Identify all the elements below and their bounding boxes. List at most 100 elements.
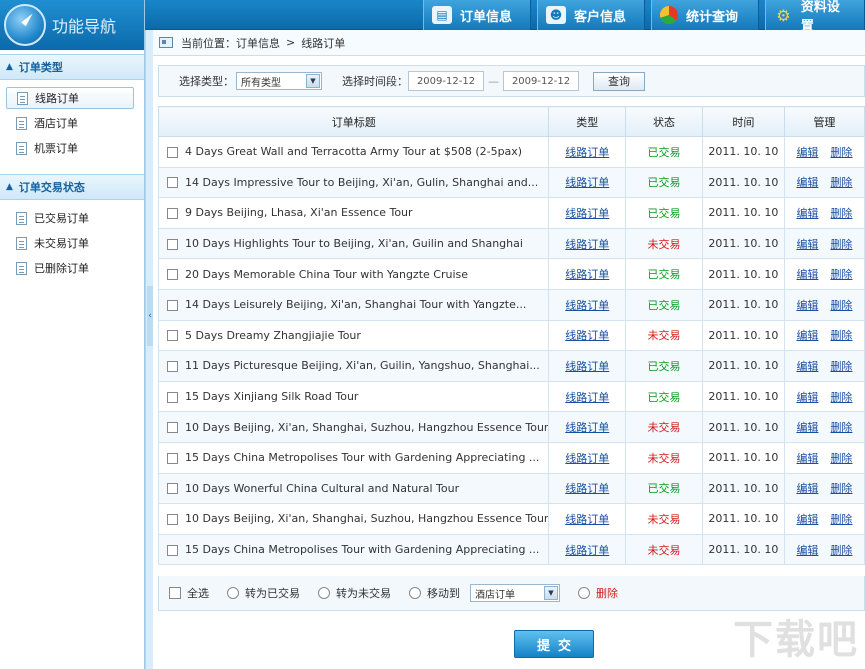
edit-link[interactable]: 编辑 [796,268,818,281]
sidebar-item-hotel-orders[interactable]: 酒店订单 [6,112,134,134]
order-type-link[interactable]: 线路订单 [565,360,609,373]
manage-cell: 编辑 删除 [783,441,865,474]
row-checkbox[interactable] [167,422,178,434]
order-status: 已交易 [625,472,703,505]
delete-link[interactable]: 删除 [830,482,852,495]
edit-link[interactable]: 编辑 [796,482,818,495]
edit-link[interactable]: 编辑 [796,421,818,434]
date-to-input[interactable]: 2009-12-12 [503,71,579,91]
delete-link[interactable]: 删除 [830,421,852,434]
row-checkbox[interactable] [167,299,178,311]
sidebar-item-route-orders[interactable]: 线路订单 [6,87,134,109]
tab-customer-info[interactable]: ☻ 客户信息 [537,0,645,30]
delete-link[interactable]: 删除 [830,391,852,404]
tab-order-info[interactable]: ▤ 订单信息 [423,0,531,30]
delete-link[interactable]: 删除 [830,452,852,465]
delete-link[interactable]: 删除 [830,268,852,281]
delete-link[interactable]: 删除 [830,360,852,373]
delete-link[interactable]: 删除 [830,238,852,251]
order-type-cell: 线路订单 [548,441,627,474]
row-checkbox[interactable] [167,146,178,158]
row-checkbox[interactable] [167,452,178,464]
order-type-link[interactable]: 线路订单 [565,238,609,251]
order-type-cell: 线路订单 [548,166,627,199]
order-type-link[interactable]: 线路订单 [565,482,609,495]
row-checkbox[interactable] [167,360,178,372]
table-row: 15 Days Xinjiang Silk Road Tour 线路订单 已交易 20… [157,380,865,413]
order-title-cell: 14 Days Impressive Tour to Beijing, Xi'a… [157,166,550,199]
edit-link[interactable]: 编辑 [796,544,818,557]
sidebar-group-order-type[interactable]: ▲ 订单类型 [0,54,144,80]
table-row: 20 Days Memorable China Tour with Yangzt… [157,258,865,290]
delete-radio[interactable] [578,587,590,599]
row-checkbox[interactable] [167,330,178,342]
delete-link[interactable]: 删除 [830,544,852,557]
edit-link[interactable]: 编辑 [796,360,818,373]
row-checkbox[interactable] [167,391,178,403]
move-target-select[interactable]: 酒店订单 ▼ [470,584,560,602]
move-to-radio[interactable] [409,587,421,599]
order-type-link[interactable]: 线路订单 [565,391,609,404]
edit-link[interactable]: 编辑 [796,176,818,189]
delete-option[interactable]: 删除 [578,585,618,601]
edit-link[interactable]: 编辑 [796,238,818,251]
tab-statistics[interactable]: 统计查询 [651,0,759,30]
row-checkbox[interactable] [167,207,178,219]
submit-button[interactable]: 提交 [514,630,594,658]
select-all-checkbox[interactable] [169,587,181,599]
move-to-option[interactable]: 移动到 [409,585,460,601]
filter-bar: 选择类型： 所有类型 ▼ 选择时间段： 2009-12-12 — 2009-12… [158,65,865,97]
mark-untraded-radio[interactable] [318,587,330,599]
mark-traded-option[interactable]: 转为已交易 [227,585,300,601]
pie-chart-icon [660,6,678,24]
row-checkbox[interactable] [167,483,178,495]
order-type-link[interactable]: 线路订单 [565,176,609,189]
order-type-cell: 线路订单 [548,350,627,382]
delete-link[interactable]: 删除 [830,299,852,312]
order-info-icon: ▤ [432,6,452,24]
delete-link[interactable]: 删除 [830,513,852,526]
delete-link[interactable]: 删除 [830,176,852,189]
sidebar-group-trade-status[interactable]: ▲ 订单交易状态 [0,174,144,200]
row-checkbox[interactable] [167,177,178,189]
order-type-link[interactable]: 线路订单 [565,299,609,312]
sidebar-item-deleted-orders[interactable]: 已删除订单 [6,257,134,279]
delete-link[interactable]: 删除 [830,207,852,220]
order-type-cell: 线路订单 [548,227,627,260]
breadcrumb-parent[interactable]: 订单信息 [236,35,280,51]
edit-link[interactable]: 编辑 [796,146,818,159]
order-type-link[interactable]: 线路订单 [565,207,609,220]
query-button[interactable]: 查询 [593,71,645,91]
edit-link[interactable]: 编辑 [796,452,818,465]
edit-link[interactable]: 编辑 [796,391,818,404]
sidebar-splitter[interactable]: ‹ [145,30,153,669]
row-checkbox[interactable] [167,238,178,250]
type-select[interactable]: 所有类型 ▼ [236,72,322,90]
sidebar-item-untraded-orders[interactable]: 未交易订单 [6,232,134,254]
order-type-link[interactable]: 线路订单 [565,452,609,465]
order-type-cell: 线路订单 [548,472,627,505]
edit-link[interactable]: 编辑 [796,513,818,526]
select-all[interactable]: 全选 [169,585,209,601]
order-type-link[interactable]: 线路订单 [565,268,609,281]
mark-traded-radio[interactable] [227,587,239,599]
sidebar-item-traded-orders[interactable]: 已交易订单 [6,207,134,229]
tab-settings[interactable]: ⚙ 资料设置 [765,0,865,34]
row-checkbox[interactable] [167,269,178,281]
order-type-link[interactable]: 线路订单 [565,329,609,342]
date-from-input[interactable]: 2009-12-12 [408,71,484,91]
sidebar-item-flight-orders[interactable]: 机票订单 [6,137,134,159]
order-type-link[interactable]: 线路订单 [565,146,609,159]
mark-untraded-option[interactable]: 转为未交易 [318,585,391,601]
row-checkbox[interactable] [167,513,178,525]
order-type-link[interactable]: 线路订单 [565,513,609,526]
edit-link[interactable]: 编辑 [796,299,818,312]
order-type-link[interactable]: 线路订单 [565,421,609,434]
delete-link[interactable]: 删除 [830,329,852,342]
order-type-link[interactable]: 线路订单 [565,544,609,557]
row-checkbox[interactable] [167,544,178,556]
delete-link[interactable]: 删除 [830,146,852,159]
manage-cell: 编辑 删除 [783,258,865,290]
edit-link[interactable]: 编辑 [796,207,818,220]
edit-link[interactable]: 编辑 [796,329,818,342]
